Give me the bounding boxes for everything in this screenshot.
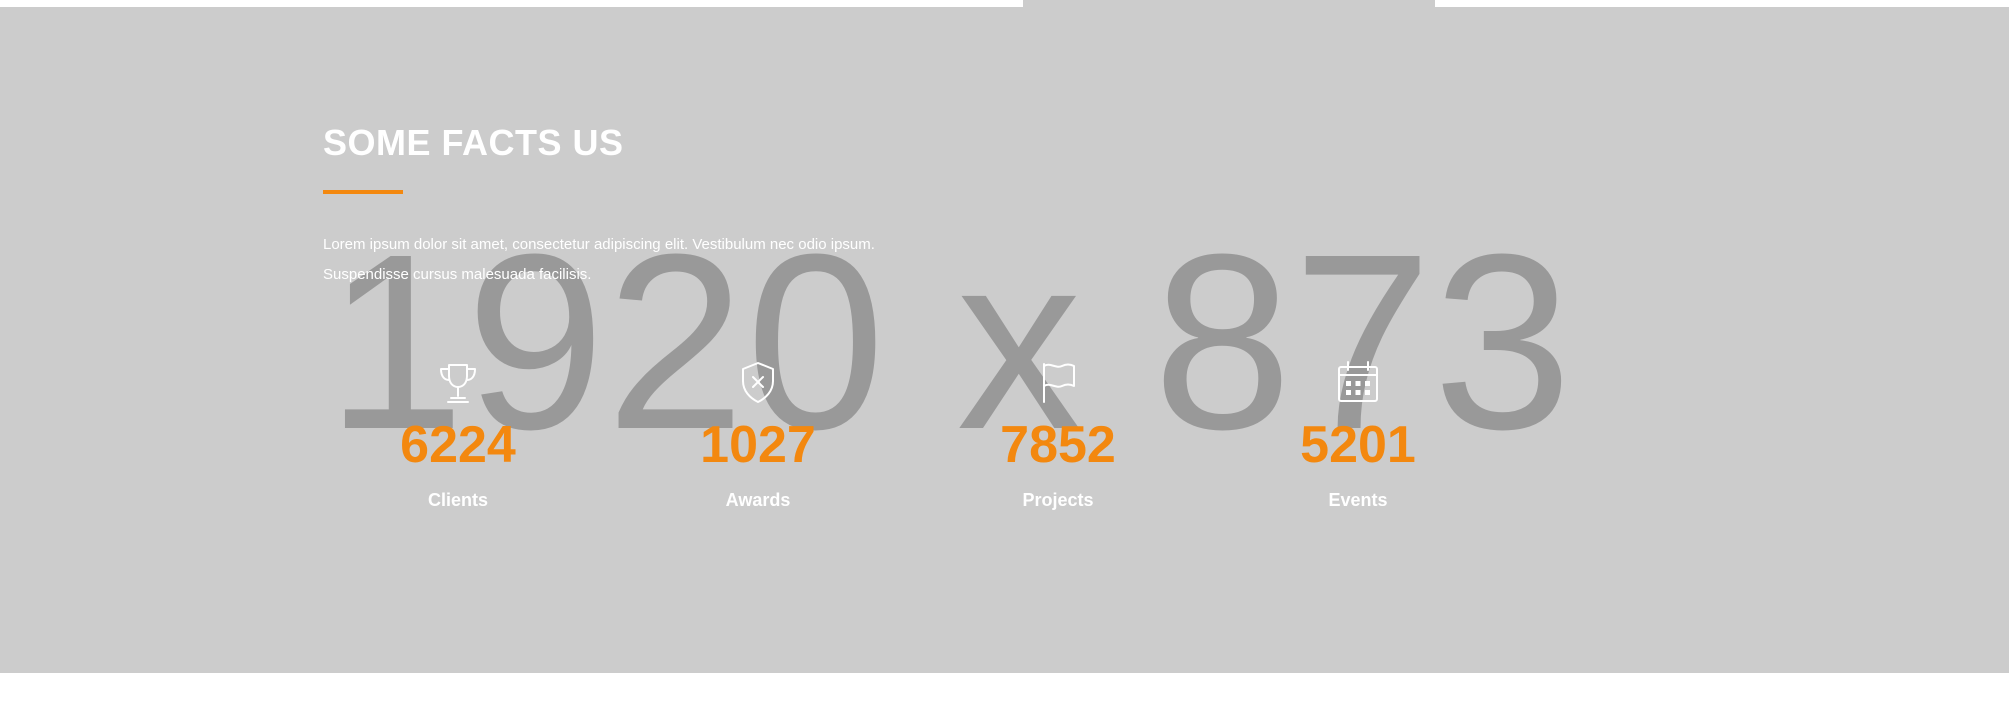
stat-number: 5201 xyxy=(1300,416,1416,474)
stat-label: Events xyxy=(1328,490,1388,510)
title-underline xyxy=(323,190,403,194)
section-title: SOME FACTS US xyxy=(323,122,624,163)
stat-projects: 7852 Projects xyxy=(958,360,1158,511)
facts-section: 1920 x 873 SOME FACTS US Lorem ipsum dol… xyxy=(0,7,2009,673)
shield-x-icon xyxy=(742,362,774,403)
stat-number: 6224 xyxy=(400,416,516,474)
stat-events: 5201 Events xyxy=(1258,360,1458,511)
top-tab-strip xyxy=(1023,0,1435,7)
flag-icon xyxy=(1043,363,1075,403)
section-description: Lorem ipsum dolor sit amet, consectetur … xyxy=(323,236,875,283)
stat-number: 7852 xyxy=(1000,416,1116,474)
stat-clients: 6224 Clients xyxy=(358,360,558,511)
stat-number: 1027 xyxy=(700,416,816,474)
calendar-icon xyxy=(1338,361,1378,402)
stat-label: Clients xyxy=(427,490,488,510)
stat-label: Projects xyxy=(1022,490,1094,510)
stat-label: Awards xyxy=(725,490,791,510)
trophy-icon xyxy=(440,364,476,403)
stat-awards: 1027 Awards xyxy=(658,360,858,511)
